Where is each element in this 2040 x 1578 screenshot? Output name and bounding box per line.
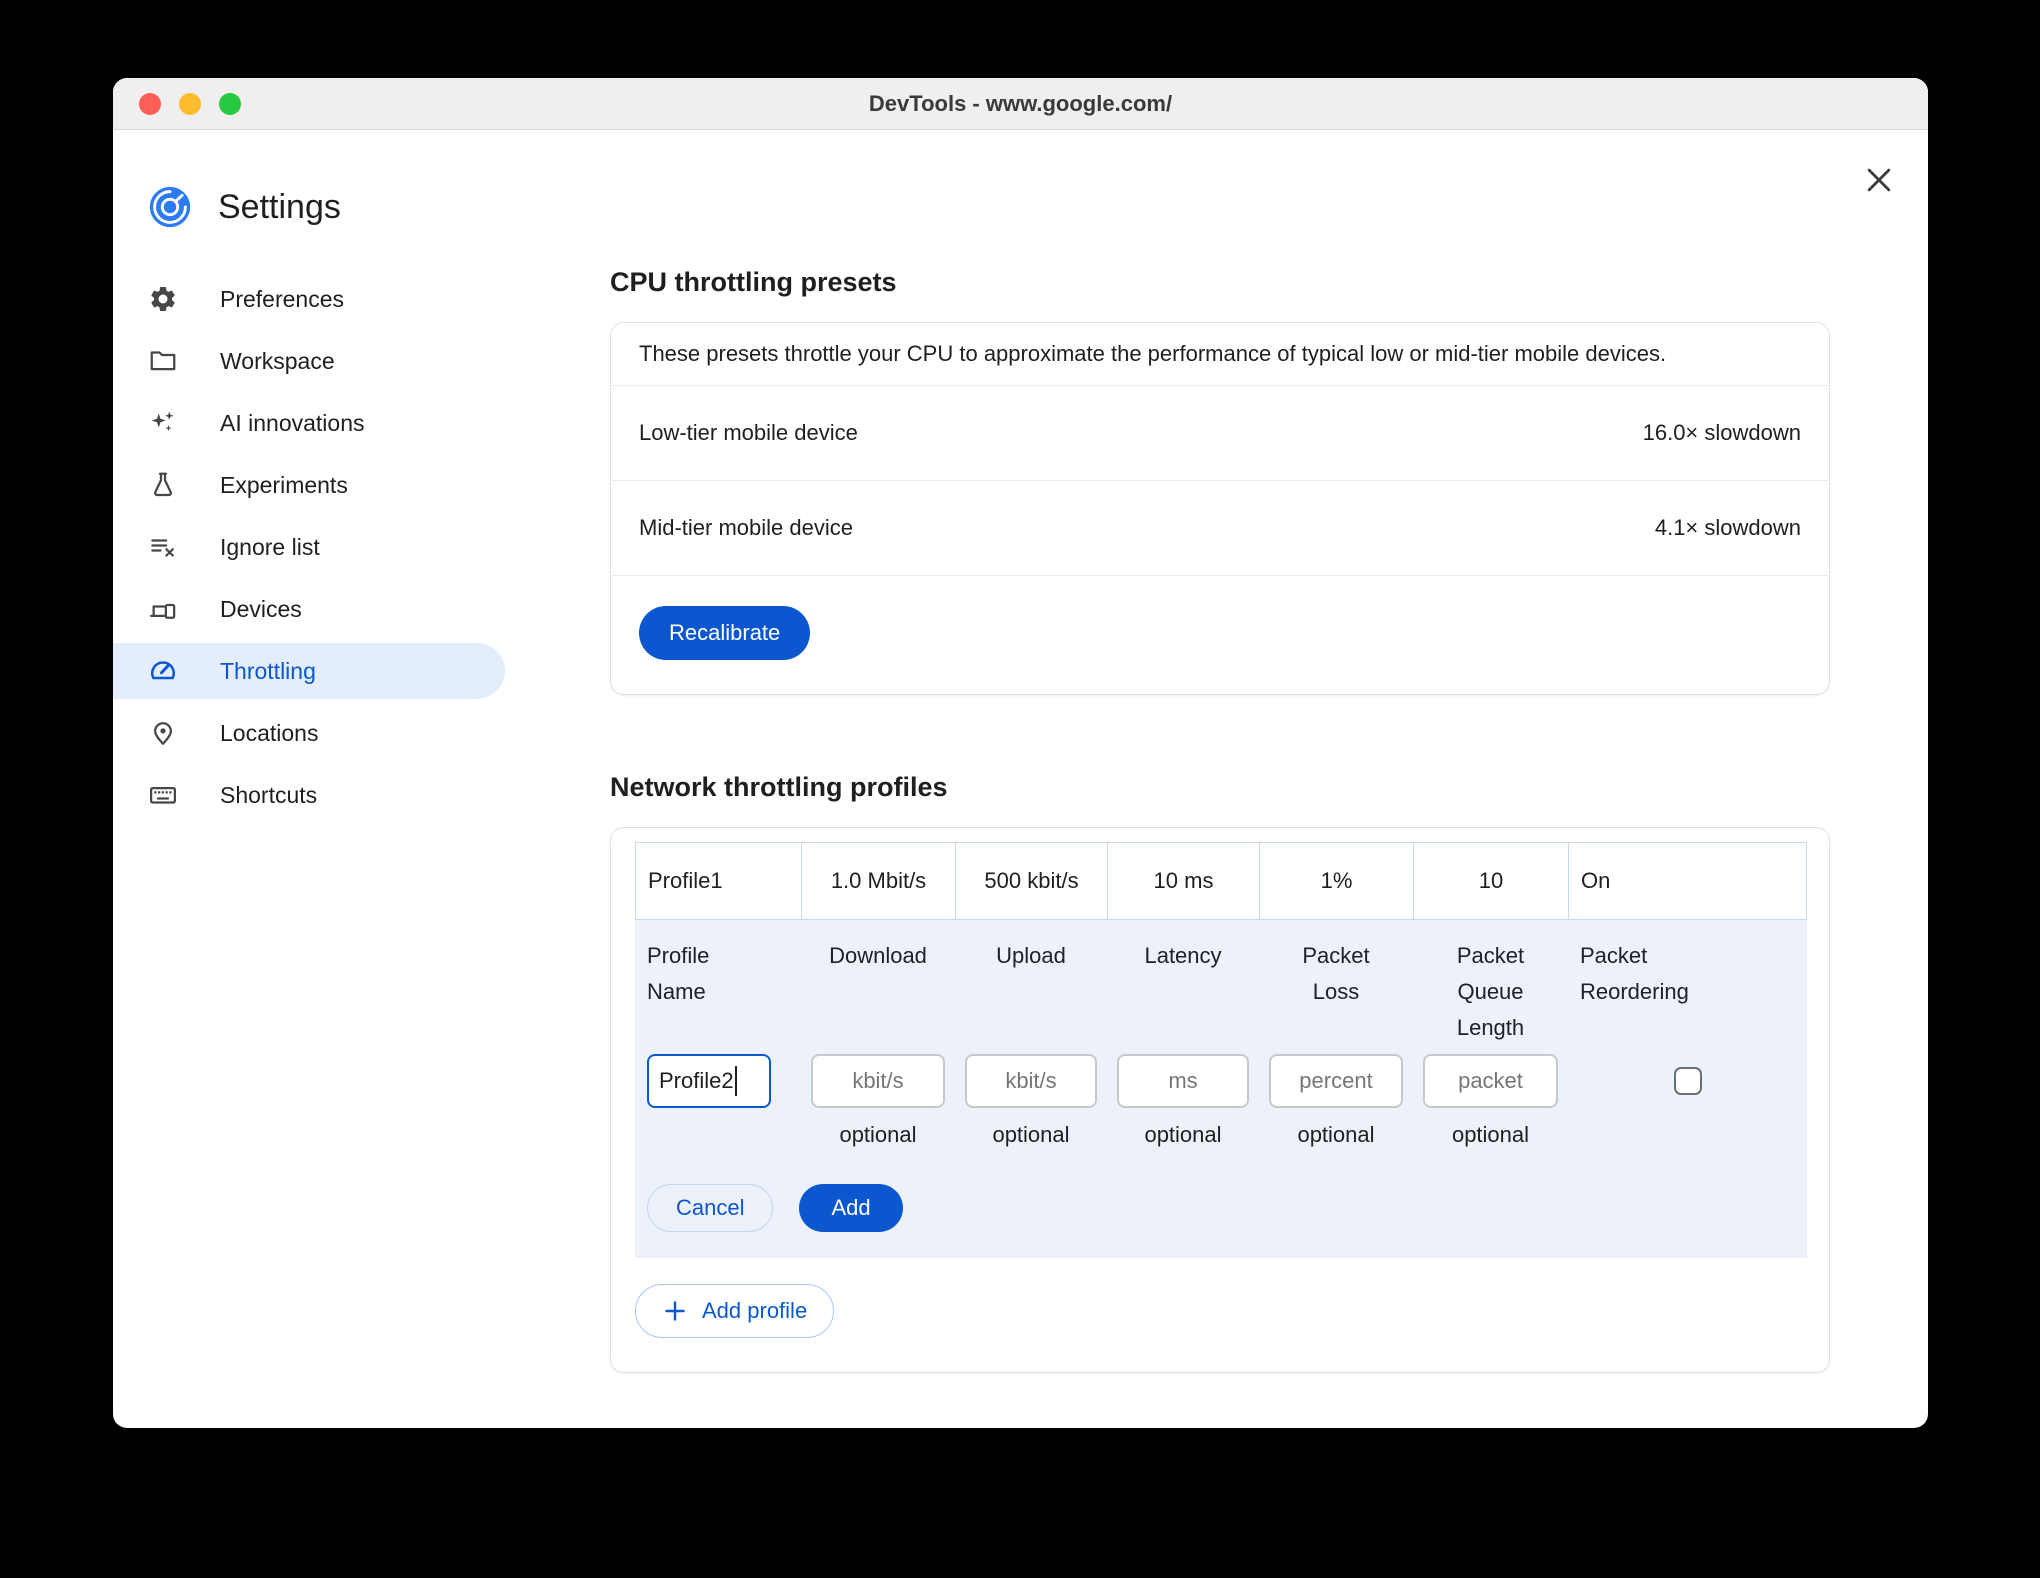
sidebar-item-label: Shortcuts	[220, 781, 318, 808]
cpu-throttling-heading: CPU throttling presets	[610, 267, 897, 297]
optional-label: optional	[1451, 1122, 1530, 1147]
upload-input[interactable]	[965, 1054, 1097, 1108]
text-caret	[734, 1066, 737, 1096]
ignore-list-icon	[151, 539, 174, 557]
settings-header: Settings	[113, 185, 610, 229]
column-header: Packet Queue Length	[1456, 943, 1525, 1040]
sidebar-item-label: AI innovations	[220, 409, 365, 436]
sidebar-item-label: Throttling	[220, 657, 316, 684]
column-header: Upload	[996, 943, 1066, 968]
flask-icon	[153, 472, 173, 497]
column-headers-row: Profile Name Download Upload Latency Pac…	[635, 920, 1807, 1046]
profile-name-value: Profile1	[636, 843, 802, 919]
optional-label: optional	[992, 1122, 1070, 1147]
add-button[interactable]: Add	[799, 1184, 903, 1232]
sidebar-item-label: Experiments	[220, 471, 348, 498]
preset-slowdown-value: 4.1× slowdown	[1654, 515, 1801, 540]
sidebar-item-workspace[interactable]: Workspace	[113, 333, 505, 389]
preset-name: Low-tier mobile device	[639, 420, 858, 445]
sidebar-item-label: Locations	[220, 719, 319, 746]
settings-page-title: Settings	[218, 187, 341, 226]
sidebar-item-label: Workspace	[220, 347, 335, 374]
sidebar-item-locations[interactable]: Locations	[113, 705, 505, 761]
gear-icon	[151, 286, 175, 311]
network-throttling-heading: Network throttling profiles	[610, 772, 948, 802]
sidebar-item-throttling[interactable]: Throttling	[113, 643, 505, 699]
sidebar-item-devices[interactable]: Devices	[113, 581, 505, 637]
profile-download-value: 1.0 Mbit/s	[802, 843, 956, 919]
sidebar-item-ai-innovations[interactable]: AI innovations	[113, 395, 505, 451]
profile-upload-value: 500 kbit/s	[956, 843, 1108, 919]
optional-label: optional	[839, 1122, 917, 1147]
settings-sidebar: Settings Preferences Workspace AI innova…	[113, 130, 610, 1427]
sidebar-item-experiments[interactable]: Experiments	[113, 457, 505, 513]
sidebar-item-label: Devices	[220, 595, 302, 622]
preset-slowdown-value: 16.0× slowdown	[1642, 420, 1801, 445]
minimize-traffic-light-icon[interactable]	[179, 92, 201, 115]
folder-icon	[150, 351, 176, 371]
sidebar-item-label: Preferences	[220, 285, 345, 312]
sidebar-item-ignore-list[interactable]: Ignore list	[113, 519, 505, 575]
profile-latency-value: 10 ms	[1108, 843, 1260, 919]
throttling-settings-pane: CPU throttling presets These presets thr…	[610, 130, 1928, 1427]
preset-row-low-tier: Low-tier mobile device 16.0× slowdown	[611, 386, 1829, 481]
cancel-button[interactable]: Cancel	[647, 1184, 774, 1232]
fullscreen-traffic-light-icon[interactable]	[219, 92, 241, 115]
sidebar-item-label: Ignore list	[220, 533, 320, 560]
optional-label: optional	[1144, 1122, 1222, 1147]
column-header: Profile Name	[647, 943, 710, 1004]
devtools-logo-icon	[149, 186, 191, 228]
recalibrate-button[interactable]: Recalibrate	[639, 606, 811, 660]
preset-name: Mid-tier mobile device	[639, 515, 853, 540]
profile-name-input[interactable]: Profile2	[647, 1054, 771, 1108]
close-icon[interactable]	[1863, 164, 1895, 196]
column-header: Packet Reordering	[1580, 943, 1689, 1004]
devices-icon	[150, 603, 176, 619]
latency-input[interactable]	[1117, 1054, 1249, 1108]
profile-packet-loss-value: 1%	[1260, 843, 1414, 919]
column-header: Download	[829, 943, 927, 968]
column-header: Packet Loss	[1302, 943, 1370, 1004]
add-profile-label: Add profile	[702, 1298, 808, 1323]
speedometer-icon	[151, 661, 175, 680]
profile-packet-reordering-value: On	[1581, 868, 1611, 893]
profile-table-row[interactable]: Profile1 1.0 Mbit/s 500 kbit/s 10 ms 1% …	[635, 842, 1807, 920]
keyboard-icon	[150, 787, 176, 804]
settings-nav: Preferences Workspace AI innovations Exp…	[113, 271, 610, 823]
packet-reordering-checkbox[interactable]	[1673, 1067, 1702, 1095]
profile-editor: Profile Name Download Upload Latency Pac…	[635, 920, 1807, 1258]
column-header: Latency	[1144, 943, 1222, 968]
packet-loss-input[interactable]	[1269, 1054, 1403, 1108]
preset-row-mid-tier: Mid-tier mobile device 4.1× slowdown	[611, 481, 1829, 576]
sidebar-item-shortcuts[interactable]: Shortcuts	[113, 767, 505, 823]
optional-label: optional	[1297, 1122, 1375, 1147]
sparkles-icon	[151, 411, 174, 432]
cpu-throttling-description: These presets throttle your CPU to appro…	[611, 323, 1829, 386]
plus-icon	[665, 1301, 685, 1321]
profile-packet-queue-value: 10	[1414, 843, 1569, 919]
devtools-settings-window: DevTools - www.google.com/ Settings Pref…	[113, 78, 1928, 1428]
optional-labels-row: optional optional optional optional opti…	[635, 1122, 1807, 1148]
network-throttling-card: Profile1 1.0 Mbit/s 500 kbit/s 10 ms 1% …	[610, 827, 1830, 1373]
location-pin-icon	[154, 722, 172, 745]
window-title: DevTools - www.google.com/	[868, 90, 1173, 116]
add-profile-button[interactable]: Add profile	[635, 1284, 835, 1338]
download-input[interactable]	[811, 1054, 945, 1108]
close-traffic-light-icon[interactable]	[139, 92, 161, 115]
packet-queue-input[interactable]	[1423, 1054, 1558, 1108]
editor-inputs-row: Profile2	[635, 1054, 1807, 1108]
traffic-lights	[139, 78, 241, 129]
cpu-throttling-card: These presets throttle your CPU to appro…	[610, 322, 1830, 695]
sidebar-item-preferences[interactable]: Preferences	[113, 271, 505, 327]
window-titlebar: DevTools - www.google.com/	[113, 78, 1928, 130]
